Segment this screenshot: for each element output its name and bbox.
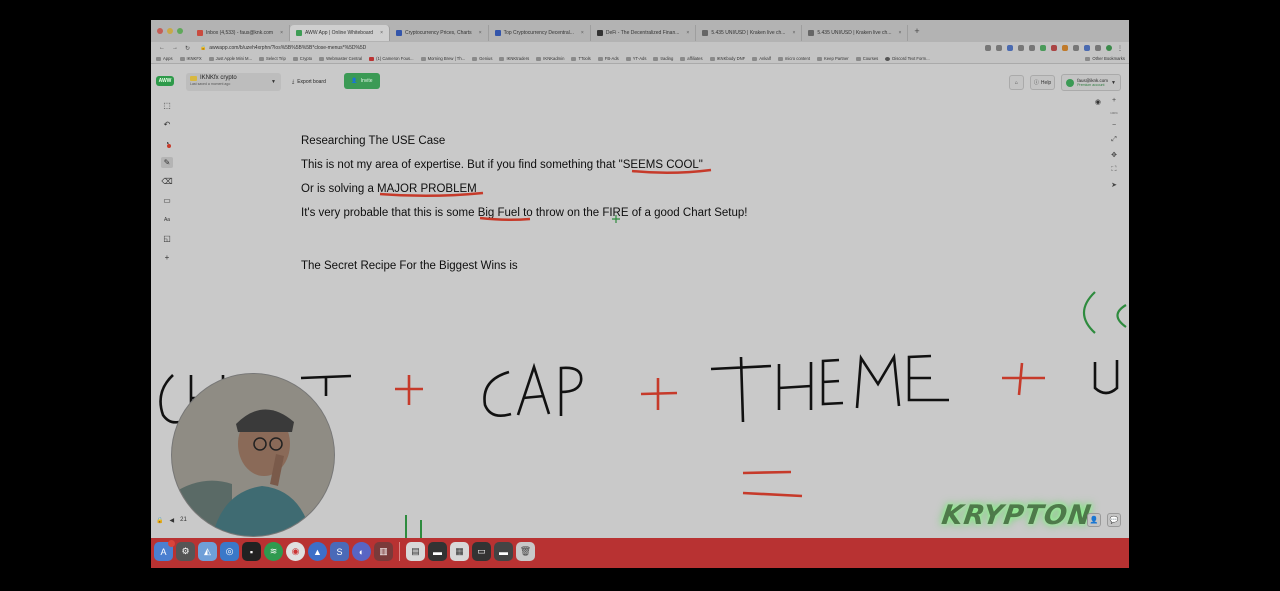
screen-frame: Inbox (4,533) - faus@knk.com × AWW App | …	[151, 20, 1129, 568]
screen-thumbnail-icon[interactable]: ▬	[494, 542, 513, 561]
webcam-overlay	[171, 373, 335, 537]
bottom-right-controls: 👤 💬	[1087, 513, 1121, 527]
presenter-image	[172, 374, 334, 536]
users-button[interactable]: 👤	[1087, 513, 1101, 527]
screen-thumbnail-icon[interactable]: ▭	[472, 542, 491, 561]
safari-icon[interactable]: ◎	[220, 542, 239, 561]
lock-icon[interactable]: 🔒	[156, 517, 163, 524]
app-store-icon[interactable]: A	[154, 540, 175, 561]
cursor-plus	[612, 215, 620, 223]
chat-button[interactable]: 💬	[1107, 513, 1121, 527]
page-controls: 🔒 ◀ 21	[156, 517, 187, 524]
handwriting-plus	[395, 362, 1045, 410]
handwriting-theme	[710, 352, 949, 423]
prev-page-icon[interactable]: ◀	[169, 517, 174, 524]
underline-seems-cool	[631, 168, 712, 175]
page-number: 21	[180, 517, 187, 523]
app-icon[interactable]: ▪	[242, 542, 261, 561]
chat-icon: 💬	[1109, 517, 1119, 524]
green-bracket	[1082, 291, 1096, 334]
document-icon[interactable]: ▦	[450, 542, 469, 561]
app-icon[interactable]: ▲	[308, 542, 327, 561]
handwriting-cap	[483, 362, 583, 417]
green-bracket	[1116, 304, 1127, 328]
document-icon[interactable]: ▤	[406, 542, 425, 561]
notification-badge	[168, 540, 175, 547]
handwriting-u	[1093, 360, 1119, 395]
underline-big-fuel	[479, 216, 531, 222]
spotify-icon[interactable]: ≋	[264, 542, 283, 561]
user-icon: 👤	[1089, 517, 1099, 524]
system-preferences-icon[interactable]: ⚙	[176, 542, 195, 561]
discord-icon[interactable]: ◐	[352, 542, 371, 561]
krypton-watermark: KRYPTON	[939, 500, 1094, 531]
screen-thumbnail-icon[interactable]: ▬	[428, 542, 447, 561]
chrome-icon[interactable]: ◉	[286, 542, 305, 561]
underline-major-problem	[379, 191, 484, 198]
app-icon[interactable]: S	[330, 542, 349, 561]
macos-dock: A ⚙ ◭ ◎ ▪ ≋ ◉ ▲ S ◐ ▥ ▤ ▬ ▦ ▭ ▬ 🗑	[151, 538, 1129, 568]
handwriting-equals	[742, 470, 803, 498]
green-marks	[405, 515, 422, 538]
app-icon[interactable]: ▥	[374, 542, 393, 561]
monterey-app-icon[interactable]: ◭	[198, 542, 217, 561]
trash-icon[interactable]: 🗑	[516, 542, 535, 561]
dock-separator	[399, 542, 400, 561]
